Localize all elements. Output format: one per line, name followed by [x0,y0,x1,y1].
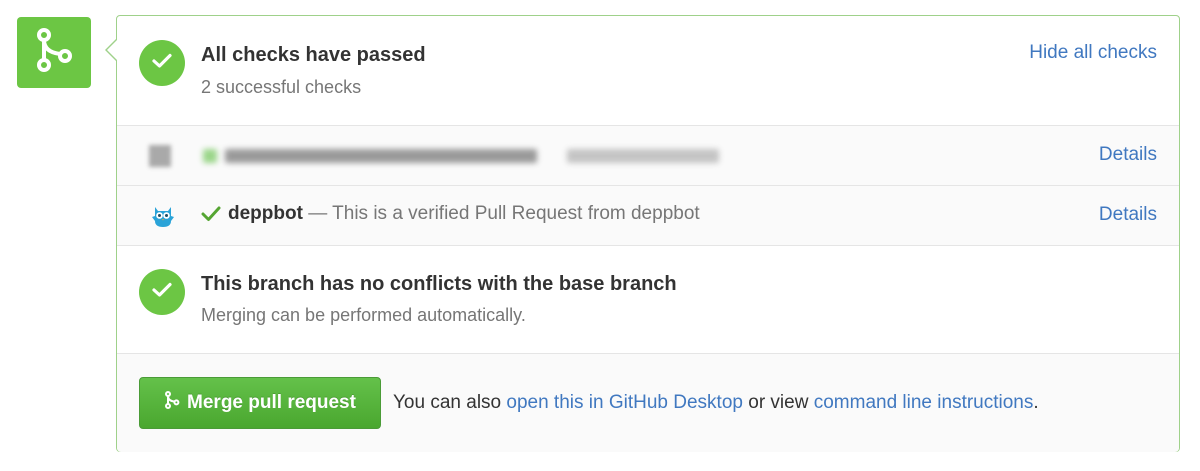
checks-summary: All checks have passed 2 successful chec… [117,16,1179,125]
check-row: deppbot — This is a verified Pull Reques… [117,185,1179,245]
merge-actions: Merge pull request You can also open thi… [117,353,1179,452]
git-merge-icon [34,26,74,79]
merge-prefix-text: You can also [393,392,502,413]
merge-status-badge [17,17,91,88]
github-desktop-link[interactable]: open this in GitHub Desktop [506,392,743,413]
check-description: deppbot — This is a verified Pull Reques… [228,203,700,225]
details-link[interactable]: Details [1099,204,1157,226]
owl-bot-icon [151,203,175,234]
merge-alternatives: You can also open this in GitHub Desktop… [393,392,1039,414]
git-merge-icon [164,390,180,416]
redacted-context [225,149,537,163]
conflicts-status: This branch has no conflicts with the ba… [117,245,1179,353]
check-icon [152,282,172,303]
merge-middle-text: or view [748,392,809,413]
check-context: deppbot [228,203,303,224]
hide-all-checks-link[interactable]: Hide all checks [1029,42,1157,64]
redacted-description [567,149,719,163]
merge-button-label: Merge pull request [187,392,356,413]
no-conflicts-status [139,269,185,315]
check-separator: — [308,203,328,224]
check-row: Details [117,125,1179,185]
details-link[interactable]: Details [1099,144,1157,166]
checks-passed-status [139,40,185,86]
merge-suffix-text: . [1033,392,1039,413]
avatar [149,145,171,167]
conflicts-subtitle: Merging can be performed automatically. [201,305,526,325]
checks-title: All checks have passed [201,44,426,66]
check-description-text: This is a verified Pull Request from dep… [332,203,700,224]
check-icon [152,53,172,74]
checks-subtitle: 2 successful checks [201,77,362,97]
merge-pull-request-button[interactable]: Merge pull request [139,377,381,429]
check-icon [201,205,221,228]
merge-status-panel: All checks have passed 2 successful chec… [105,15,1180,452]
conflicts-title: This branch has no conflicts with the ba… [201,273,677,295]
command-line-instructions-link[interactable]: command line instructions [814,392,1034,413]
redacted-status [203,149,217,163]
